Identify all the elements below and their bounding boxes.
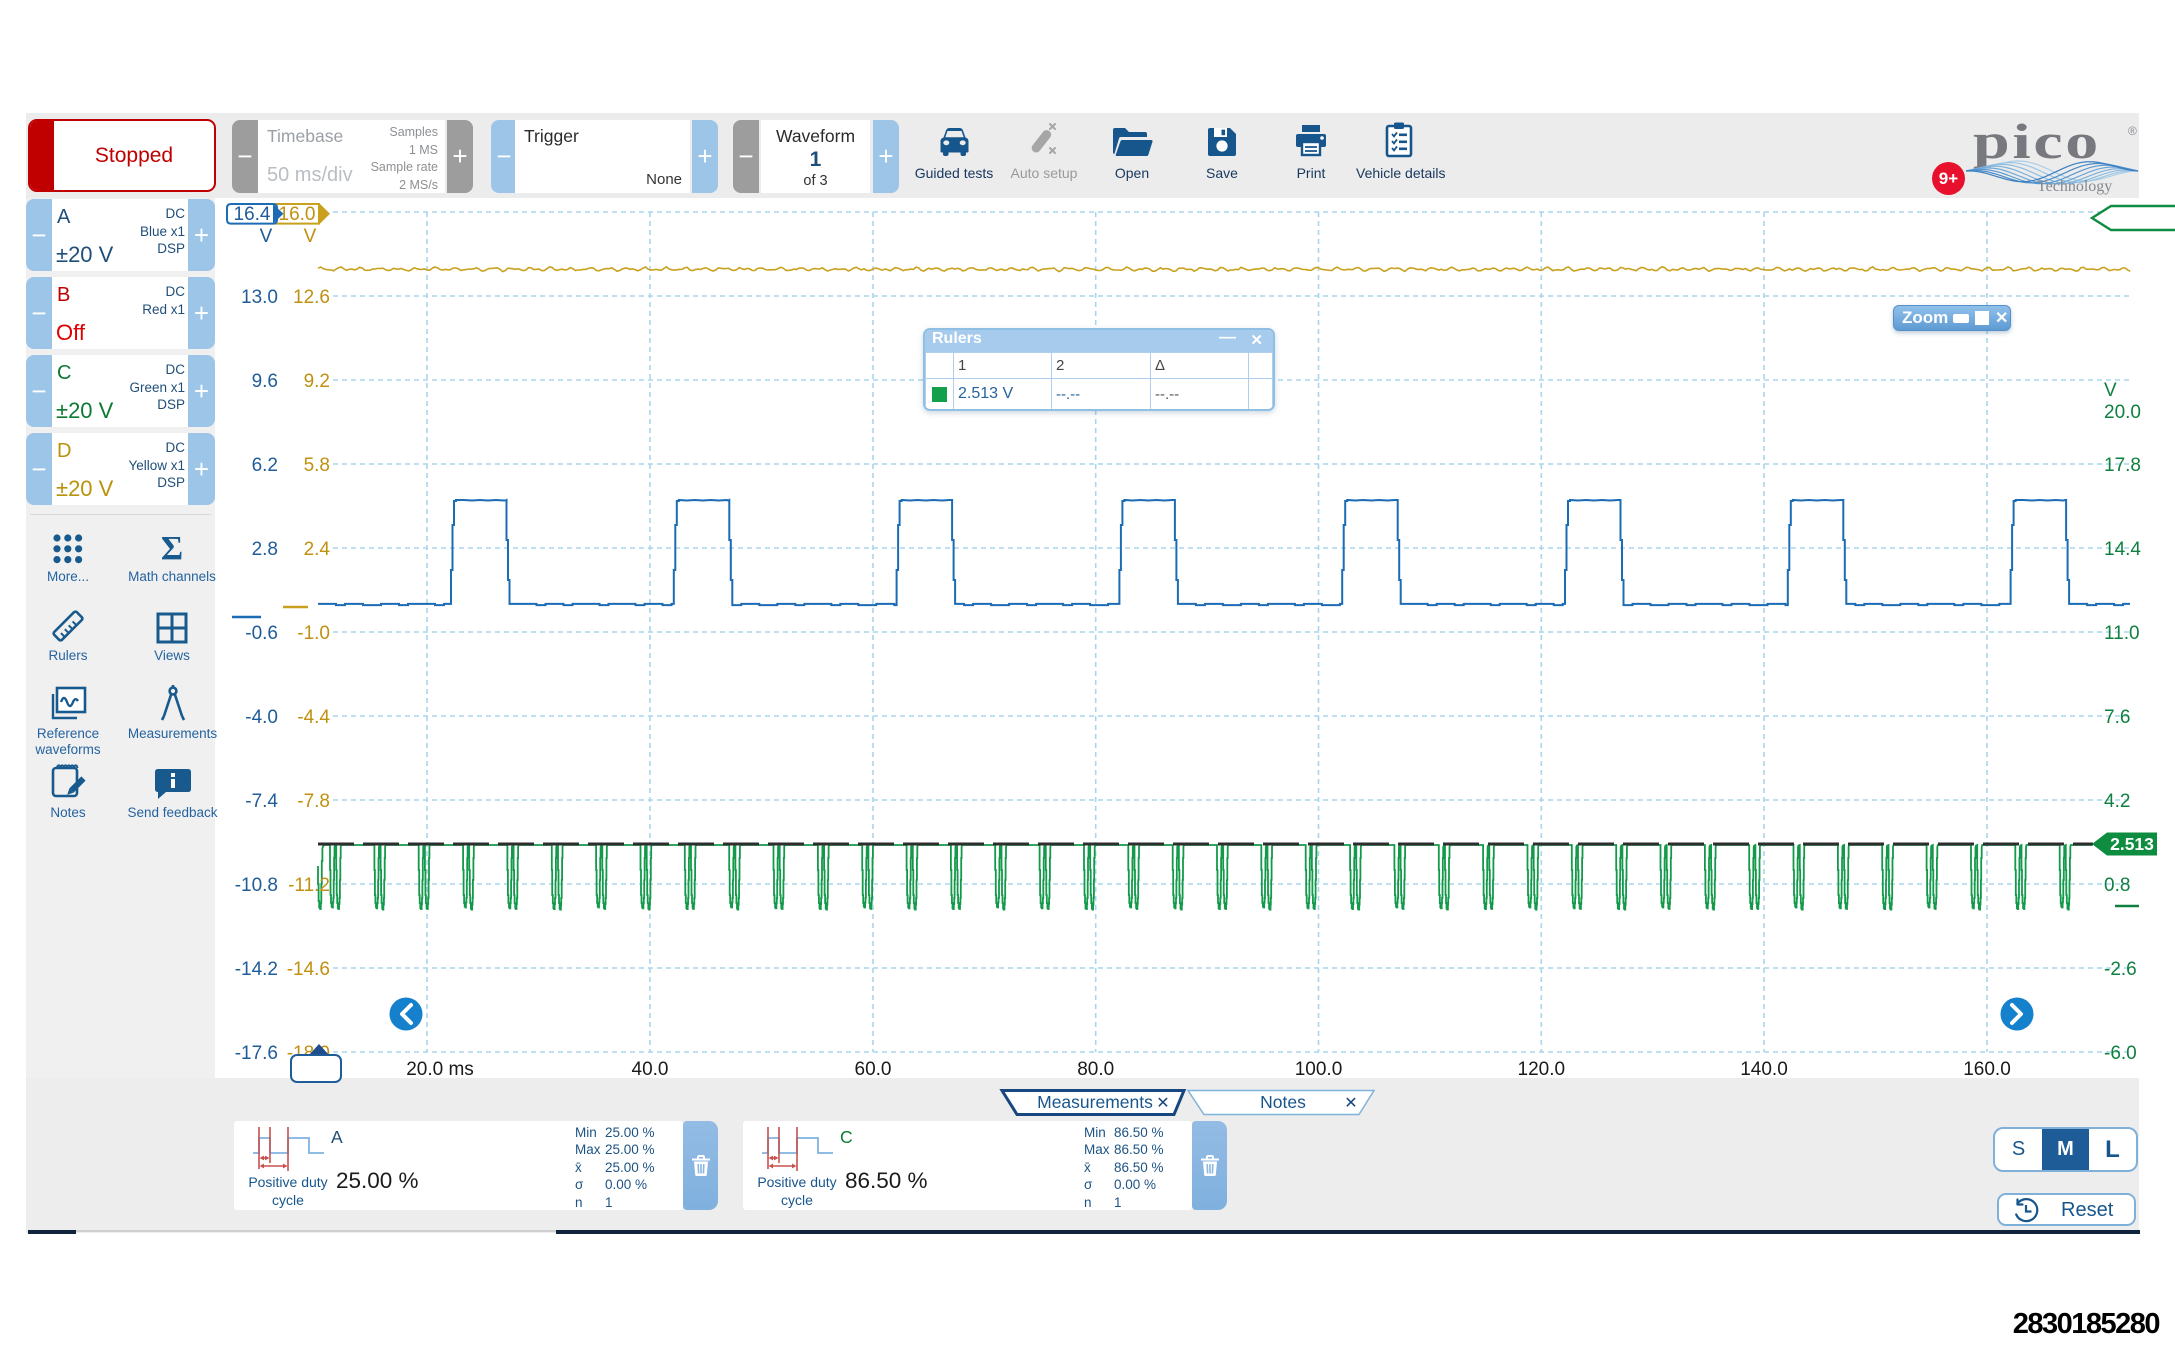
svg-text:160.0: 160.0 <box>1963 1059 2011 1080</box>
svg-text:17.8: 17.8 <box>2104 455 2141 476</box>
svg-text:-6.0: -6.0 <box>2104 1043 2137 1064</box>
svg-text:-17.6: -17.6 <box>235 1043 278 1064</box>
svg-text:-0.6: -0.6 <box>245 623 278 644</box>
svg-text:14.4: 14.4 <box>2104 539 2141 560</box>
svg-text:V: V <box>2104 380 2117 401</box>
svg-text:-14.6: -14.6 <box>287 959 330 980</box>
svg-text:-2.6: -2.6 <box>2104 959 2137 980</box>
svg-text:5.8: 5.8 <box>304 455 330 476</box>
svg-text:20.0: 20.0 <box>2104 402 2141 423</box>
svg-text:Notes: Notes <box>1260 1092 1306 1112</box>
svg-text:13.0: 13.0 <box>241 287 278 308</box>
svg-text:✕: ✕ <box>1156 1095 1169 1112</box>
svg-text:0.8: 0.8 <box>2104 875 2130 896</box>
svg-text:-4.4: -4.4 <box>297 707 330 728</box>
svg-text:7.6: 7.6 <box>2104 707 2130 728</box>
svg-text:V: V <box>260 226 273 247</box>
svg-text:140.0: 140.0 <box>1740 1059 1788 1080</box>
svg-text:4.2: 4.2 <box>2104 791 2130 812</box>
svg-text:2.4: 2.4 <box>304 539 331 560</box>
svg-text:V: V <box>304 226 317 247</box>
svg-text:80.0: 80.0 <box>1077 1059 1114 1080</box>
svg-text:-14.2: -14.2 <box>235 959 278 980</box>
svg-text:12.6: 12.6 <box>293 287 330 308</box>
svg-text:100.0: 100.0 <box>1295 1059 1343 1080</box>
svg-text:9.2: 9.2 <box>304 371 330 392</box>
svg-text:Measurements: Measurements <box>1037 1092 1153 1112</box>
svg-text:6.2: 6.2 <box>252 455 278 476</box>
svg-text:-11.2: -11.2 <box>288 875 330 896</box>
svg-text:2.513: 2.513 <box>2110 834 2154 854</box>
svg-text:20.0 ms: 20.0 ms <box>406 1059 474 1080</box>
svg-text:-1.0: -1.0 <box>297 623 330 644</box>
svg-text:2.8: 2.8 <box>252 539 278 560</box>
svg-text:40.0: 40.0 <box>632 1059 669 1080</box>
svg-text:-10.8: -10.8 <box>235 875 278 896</box>
svg-text:-4.0: -4.0 <box>245 707 278 728</box>
svg-text:9.6: 9.6 <box>252 371 278 392</box>
svg-text:60.0: 60.0 <box>855 1059 892 1080</box>
svg-text:-7.4: -7.4 <box>245 791 278 812</box>
svg-text:-7.8: -7.8 <box>297 791 330 812</box>
svg-text:16.0: 16.0 <box>279 204 316 225</box>
svg-text:✕: ✕ <box>1344 1095 1357 1112</box>
svg-text:16.4: 16.4 <box>234 204 271 225</box>
svg-text:11.0: 11.0 <box>2104 623 2140 644</box>
svg-text:120.0: 120.0 <box>1518 1059 1566 1080</box>
svg-text:Σ: Σ <box>161 531 183 565</box>
